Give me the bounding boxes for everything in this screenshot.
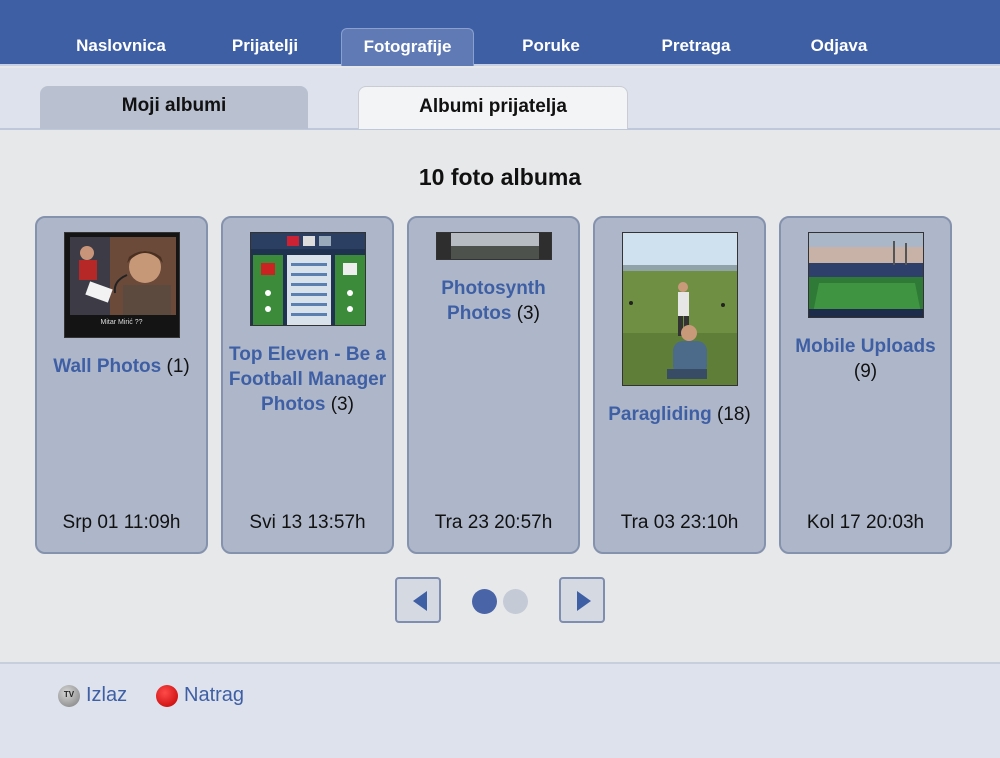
tab-friends-albums[interactable]: Albumi prijatelja <box>358 86 628 129</box>
albums-panel: 10 foto albuma Mitar Mirić ?? Wall Photo… <box>0 132 1000 662</box>
exit-label[interactable]: Izlaz <box>86 684 127 707</box>
footer-bar: TV Izlaz Natrag <box>0 662 1000 758</box>
back-label[interactable]: Natrag <box>184 684 244 707</box>
album-photo-count: (18) <box>716 404 751 425</box>
album-thumbnail-image <box>250 233 365 325</box>
album-name[interactable]: Top Eleven - Be a Football Manager Photo… <box>229 344 386 415</box>
nav-tab-poruke[interactable]: Poruke <box>486 28 616 66</box>
back-button[interactable]: Natrag <box>156 683 256 709</box>
album-photo-count: (9) <box>853 361 878 382</box>
album-tabs-bar: Moji albumi Albumi prijatelja <box>0 68 1000 130</box>
album-title[interactable]: Mobile Uploads (9) <box>785 334 946 384</box>
album-name[interactable]: Wall Photos <box>53 356 161 377</box>
album-date: Svi 13 13:57h <box>249 512 366 533</box>
nav-tab-naslovnica[interactable]: Naslovnica <box>56 28 186 66</box>
album-date: Srp 01 11:09h <box>62 512 181 533</box>
album-date: Tra 03 23:10h <box>620 512 739 533</box>
album-photo-count: (3) <box>330 394 354 415</box>
album-photo-count: (1) <box>166 356 190 377</box>
album-card-mobile-uploads[interactable]: Mobile Uploads (9) Kol 17 20:03h <box>779 216 952 554</box>
tv-icon-text: TV <box>63 690 75 699</box>
arrow-left-icon <box>413 591 427 611</box>
album-title[interactable]: Wall Photos (1) <box>41 354 202 379</box>
album-name[interactable]: Mobile Uploads <box>795 336 935 357</box>
nav-tab-fotografije[interactable]: Fotografije <box>341 28 474 66</box>
album-thumbnail-image <box>622 233 737 385</box>
red-button-icon <box>156 685 178 707</box>
thumbnail-caption: Mitar Mirić ?? <box>100 319 143 326</box>
album-date: Tra 23 20:57h <box>434 512 553 533</box>
page-dot-1[interactable] <box>472 589 497 614</box>
tv-icon: TV <box>58 685 80 707</box>
nav-tab-pretraga[interactable]: Pretraga <box>631 28 761 66</box>
album-photo-count: (3) <box>516 303 540 324</box>
page-dot-2[interactable] <box>503 589 528 614</box>
album-title[interactable]: Paragliding (18) <box>599 402 760 427</box>
exit-button[interactable]: TV Izlaz <box>58 683 138 709</box>
album-thumbnail: Mitar Mirić ?? <box>63 232 180 338</box>
tab-my-albums[interactable]: Moji albumi <box>40 86 308 129</box>
album-name[interactable]: Paragliding <box>608 404 711 425</box>
album-date: Kol 17 20:03h <box>806 512 925 533</box>
album-thumbnail <box>435 232 552 260</box>
prev-page-button[interactable] <box>395 577 441 623</box>
album-thumbnail <box>807 232 924 318</box>
album-card-photosynth[interactable]: Photosynth Photos (3) Tra 23 20:57h <box>407 216 580 554</box>
album-card-wall-photos[interactable]: Mitar Mirić ?? Wall Photos (1) Srp 01 11… <box>35 216 208 554</box>
nav-tab-prijatelji[interactable]: Prijatelji <box>200 28 330 66</box>
album-title[interactable]: Top Eleven - Be a Football Manager Photo… <box>227 342 388 417</box>
album-count-title: 10 foto albuma <box>418 164 582 190</box>
album-thumbnail <box>249 232 366 326</box>
album-thumbnail <box>621 232 738 386</box>
album-thumbnail-image <box>808 233 923 317</box>
next-page-button[interactable] <box>559 577 605 623</box>
album-card-top-eleven[interactable]: Top Eleven - Be a Football Manager Photo… <box>221 216 394 554</box>
album-thumbnail-image <box>436 233 551 259</box>
arrow-right-icon <box>577 591 591 611</box>
album-card-paragliding[interactable]: Paragliding (18) Tra 03 23:10h <box>593 216 766 554</box>
nav-tab-odjava[interactable]: Odjava <box>774 28 904 66</box>
album-title[interactable]: Photosynth Photos (3) <box>413 276 574 326</box>
top-navigation: Naslovnica Prijatelji Fotografije Poruke… <box>0 0 1000 66</box>
